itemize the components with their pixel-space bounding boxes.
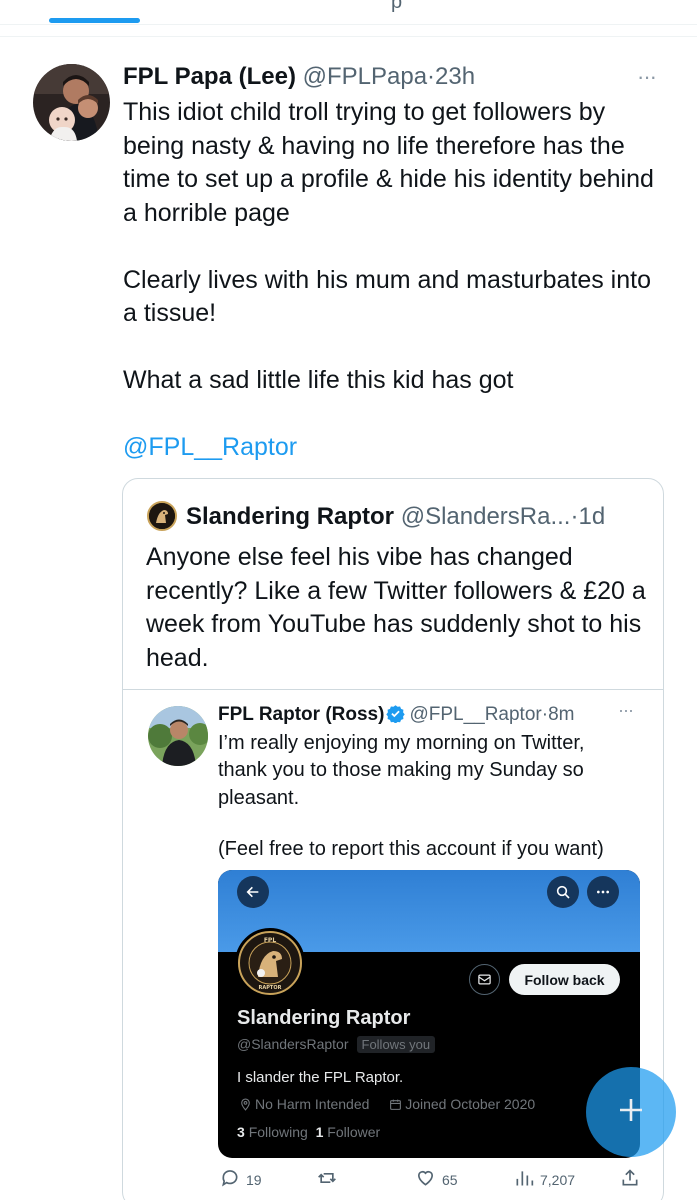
nested-handle[interactable]: @FPL__Raptor: [409, 704, 541, 725]
profile-avatar: FPL RAPTOR: [235, 928, 305, 998]
nested-paragraph: (Feel free to report this account if you…: [218, 837, 604, 860]
more-icon: [587, 876, 619, 908]
nested-avatar[interactable]: [148, 706, 208, 766]
profile-joined: Joined October 2020: [405, 1096, 536, 1112]
more-icon[interactable]: ···: [637, 64, 657, 90]
profile-bio: I slander the FPL Raptor.: [237, 1069, 404, 1086]
tab-divider: [0, 24, 697, 25]
tweet-paragraph: What a sad little life this kid has got: [123, 366, 514, 394]
mail-icon: [469, 964, 500, 995]
avatar[interactable]: [33, 64, 110, 141]
action-bar: 19 65 7,207: [0, 1168, 697, 1194]
display-name[interactable]: FPL Papa (Lee): [123, 63, 296, 90]
profile-counts: 3 Following 1 Follower: [237, 1124, 380, 1140]
retweet-icon: [316, 1168, 344, 1191]
profile-handle-row: @SlandersRaptor Follows you: [237, 1036, 436, 1053]
active-tab-indicator: [49, 18, 140, 23]
separator: ·: [427, 63, 436, 90]
retweet-button[interactable]: [316, 1168, 344, 1191]
reply-button[interactable]: 19: [220, 1168, 262, 1191]
calendar-icon: [389, 1096, 405, 1112]
tweet-paragraph: This idiot child troll trying to get fol…: [123, 98, 654, 227]
nested-display-name[interactable]: FPL Raptor (Ross): [218, 704, 384, 725]
follows-you-badge: Follows you: [356, 1036, 436, 1053]
mention-link[interactable]: @FPL__Raptor: [123, 431, 668, 465]
nested-paragraph: I’m really enjoying my morning on Twitte…: [218, 732, 585, 809]
quote-display-name[interactable]: Slandering Raptor: [186, 503, 394, 530]
followers-label: Follower: [327, 1124, 381, 1140]
tab-strip: p: [0, 0, 697, 26]
following-label: Following: [248, 1124, 308, 1140]
following-count: 3: [237, 1124, 245, 1140]
tab-label-partial[interactable]: p: [391, 0, 402, 14]
share-button[interactable]: [620, 1168, 646, 1191]
quote-avatar[interactable]: [147, 501, 177, 531]
avatar-bottom-text: RAPTOR: [259, 985, 282, 991]
verified-icon: [386, 704, 406, 730]
follow-back-button: Follow back: [509, 964, 620, 995]
timestamp[interactable]: 23h: [435, 63, 475, 90]
tweet-header: FPL Papa (Lee) @FPLPapa·23h: [123, 62, 475, 92]
views-count: 7,207: [540, 1171, 576, 1188]
tweet-text: This idiot child troll trying to get fol…: [123, 96, 668, 465]
more-icon[interactable]: ···: [618, 700, 634, 721]
reply-icon: [220, 1168, 246, 1191]
compose-plus-icon: [617, 1096, 645, 1129]
nested-text: I’m really enjoying my morning on Twitte…: [218, 730, 638, 863]
user-handle[interactable]: @FPLPapa: [303, 63, 427, 90]
quote-header: Slandering Raptor @SlandersRa...·1d: [186, 502, 605, 532]
divider: [0, 36, 697, 37]
share-icon: [620, 1168, 646, 1191]
profile-handle: @SlandersRaptor: [237, 1036, 349, 1052]
search-icon: [547, 876, 579, 908]
tweet-paragraph: Clearly lives with his mum and masturbat…: [123, 265, 651, 328]
views-icon: [514, 1168, 540, 1191]
followers-count: 1: [315, 1124, 324, 1140]
like-button[interactable]: 65: [415, 1168, 458, 1191]
location-icon: [239, 1096, 255, 1112]
avatar-top-text: FPL: [264, 937, 276, 944]
nested-timestamp[interactable]: 8m: [548, 704, 574, 725]
attached-image[interactable]: FPL RAPTOR Follow back Slandering Raptor…: [218, 870, 640, 1158]
like-icon: [415, 1168, 442, 1191]
profile-location: No Harm Intended: [255, 1096, 370, 1112]
quote-handle[interactable]: @SlandersRa...: [401, 503, 571, 530]
nested-quoted-tweet[interactable]: FPL Raptor (Ross) @FPL__Raptor·8m ··· I’m…: [123, 689, 663, 1200]
reply-count: 19: [246, 1171, 262, 1188]
quote-text: Anyone else feel his vibe has changed re…: [146, 543, 646, 672]
profile-name: Slandering Raptor: [237, 1007, 411, 1029]
profile-meta: No Harm Intended Joined October 2020: [239, 1096, 535, 1112]
nested-header: FPL Raptor (Ross) @FPL__Raptor·8m: [218, 703, 574, 730]
views-button[interactable]: 7,207: [514, 1168, 575, 1191]
quote-timestamp[interactable]: 1d: [578, 503, 605, 530]
quoted-tweet[interactable]: Slandering Raptor @SlandersRa...·1d Anyo…: [122, 478, 664, 1200]
compose-button[interactable]: [586, 1067, 676, 1157]
back-arrow-icon: [237, 876, 269, 908]
like-count: 65: [442, 1171, 458, 1188]
